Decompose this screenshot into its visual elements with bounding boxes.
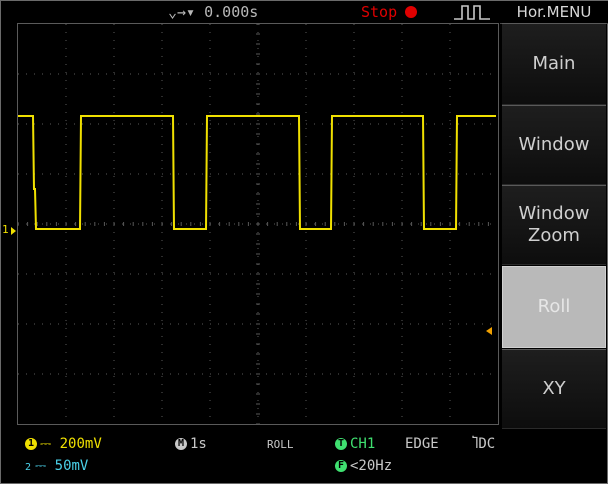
horizontal-menu: Hor.MENU Main Window Window Zoom Roll XY xyxy=(500,1,608,431)
menu-item-window-zoom[interactable]: Window Zoom xyxy=(502,185,606,265)
ch1-scale-readout: 1 ⎓ 200mV xyxy=(25,436,102,452)
bottom-status-bar: 1 ⎓ 200mV 2 ⎓ 50mV M 1s ROLL T CH1 EDGE ႨDC … xyxy=(17,431,607,483)
menu-title: Hor.MENU xyxy=(500,1,608,24)
ch1-ground-marker-icon xyxy=(11,227,16,235)
trigger-badge-icon: T xyxy=(335,438,347,450)
top-status-bar: ⌄→▾ 0.000s Stop xyxy=(1,1,499,23)
trigger-level-marker-icon xyxy=(486,327,492,335)
trigger-type: EDGE xyxy=(405,436,439,452)
ch2-scale-readout: 2 ⎓ 50mV xyxy=(25,458,89,474)
trigger-source-readout: T CH1 xyxy=(335,436,375,452)
trigger-position-readout: ⌄→▾ 0.000s xyxy=(168,3,259,21)
frequency-readout: F <20Hz xyxy=(335,458,392,474)
rising-edge-trigger-icon xyxy=(454,5,490,20)
acquisition-mode: ROLL xyxy=(267,438,294,451)
waveform-screen xyxy=(17,23,499,425)
menu-item-roll[interactable]: Roll xyxy=(502,266,606,348)
ch1-badge-icon: 1 xyxy=(25,438,37,450)
ch1-waveform-trace xyxy=(18,115,496,230)
ch1-ground-marker-label: 1 xyxy=(2,223,9,236)
menu-item-window[interactable]: Window xyxy=(502,105,606,185)
timebase-readout: M 1s xyxy=(175,436,207,452)
trigger-coupling: ႨDC xyxy=(472,436,496,452)
frequency-badge-icon: F xyxy=(335,460,347,472)
menu-item-xy[interactable]: XY xyxy=(502,349,606,429)
acquisition-status: Stop xyxy=(361,3,398,21)
oscilloscope-display: ⌄→▾ 0.000s Stop 1 Hor.MENU Main Window W… xyxy=(0,0,608,484)
menu-item-main[interactable]: Main xyxy=(502,23,606,105)
ch1-square-wave xyxy=(18,115,496,230)
timebase-badge-icon: M xyxy=(175,438,187,450)
stop-indicator-icon xyxy=(405,6,417,18)
